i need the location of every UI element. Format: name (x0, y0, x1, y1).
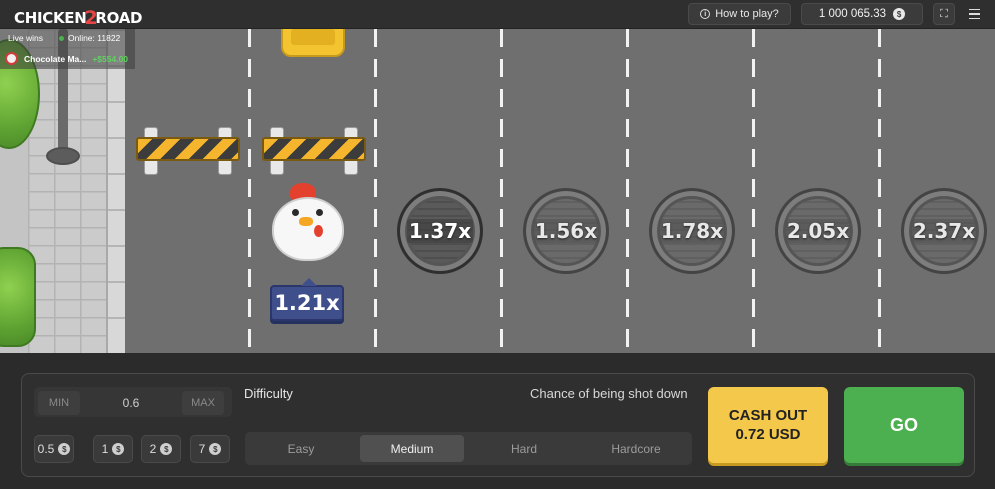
barrier-icon (262, 127, 366, 175)
lane-multiplier: 1.56x (532, 219, 600, 243)
chance-label: Chance of being shot down (530, 386, 688, 401)
win-amount: +$554.00 (92, 53, 129, 64)
info-icon: i (700, 9, 711, 19)
logo-road-text: ROAD (95, 9, 143, 27)
quick-bet-chip[interactable]: 7 $ (190, 435, 230, 463)
avatar (5, 52, 18, 65)
bet-amount-value: 0.6 (122, 396, 140, 410)
live-wins-panel: Live wins Online: 11822 Chocolate Ma... … (0, 29, 135, 69)
manhole-lane-1[interactable]: 1.37x (397, 188, 483, 274)
dollar-coin-icon: $ (893, 8, 906, 20)
chip-value: 1 (101, 442, 109, 456)
go-button[interactable]: GO (844, 387, 964, 463)
lane-line (374, 29, 377, 353)
cash-out-amount: 0.72 USD (735, 426, 801, 443)
dollar-coin-icon: $ (160, 443, 173, 455)
chip-value: 2 (149, 442, 157, 456)
lamp-base (46, 147, 80, 165)
current-multiplier-badge: 1.21x (270, 278, 344, 321)
quick-bet-chip[interactable]: 2 $ (141, 435, 181, 463)
top-bar: CHICKEN2ROAD i How to play? 1 000 065.33… (0, 0, 995, 29)
max-bet-button[interactable]: MAX (182, 391, 224, 415)
dollar-coin-icon: $ (112, 443, 125, 455)
difficulty-tab-label: Medium (390, 441, 434, 456)
bet-amount-control: MIN 0.6 MAX 0.5 $ 1 $ 2 $ 7 $ (34, 384, 232, 468)
cash-out-label: CASH OUT (728, 407, 808, 424)
curb (106, 29, 125, 353)
min-bet-button[interactable]: MIN (38, 391, 80, 415)
control-panel: MIN 0.6 MAX 0.5 $ 1 $ 2 $ 7 $ Difficulty… (21, 373, 975, 477)
difficulty-easy-tab[interactable]: Easy (249, 435, 353, 462)
fullscreen-button[interactable]: ⛶ (933, 3, 955, 25)
online-dot-icon (58, 36, 64, 41)
chip-value: 0.5 (37, 442, 55, 456)
how-to-play-label: How to play? (715, 8, 779, 20)
lane-multiplier: 2.37x (910, 219, 978, 243)
current-multiplier-value: 1.21x (274, 291, 340, 315)
manhole-lane-2: 1.56x (523, 188, 609, 274)
min-bet-label: MIN (48, 397, 70, 409)
bush-icon (0, 247, 36, 347)
bet-amount-input[interactable]: 0.6 (96, 392, 166, 414)
live-wins-label: Live wins (8, 33, 43, 43)
hamburger-icon-line (968, 13, 980, 15)
max-bet-label: MAX (191, 397, 215, 409)
chip-value: 7 (198, 442, 206, 456)
lane-multiplier: 1.78x (658, 219, 726, 243)
how-to-play-button[interactable]: i How to play? (688, 3, 791, 25)
difficulty-tab-label: Hard (510, 441, 537, 456)
manhole-lane-4: 2.05x (775, 188, 861, 274)
lane-multiplier: 1.37x (406, 219, 474, 243)
logo-number: 2 (84, 7, 98, 29)
difficulty-label: Difficulty (244, 386, 293, 401)
sidewalk (0, 29, 125, 353)
balance-amount: 1 000 065.33 (818, 8, 887, 20)
lane-line (878, 29, 881, 353)
manhole-lane-3: 1.78x (649, 188, 735, 274)
barrier-icon (136, 127, 240, 175)
difficulty-hard-tab[interactable]: Hard (472, 435, 576, 462)
logo-text: CHICKEN (14, 9, 87, 27)
lane-line (500, 29, 503, 353)
dollar-coin-icon: $ (209, 443, 222, 455)
manhole-lane-5: 2.37x (901, 188, 987, 274)
lane-multiplier: 2.05x (784, 219, 852, 243)
difficulty-medium-tab[interactable]: Medium (360, 435, 464, 462)
game-board: 1.21x 1.37x 1.56x 1.78x 2.05x 2.37x (0, 29, 995, 353)
difficulty-hardcore-tab[interactable]: Hardcore (584, 435, 688, 462)
dollar-coin-icon: $ (58, 443, 71, 455)
fullscreen-icon: ⛶ (940, 7, 948, 20)
online-count: Online: 11822 (58, 33, 121, 43)
car-icon (281, 29, 345, 57)
difficulty-selector: Easy Medium Hard Hardcore (245, 432, 692, 465)
difficulty-tab-label: Hardcore (611, 441, 661, 456)
game-logo: CHICKEN2ROAD (14, 6, 143, 29)
lane-line (626, 29, 629, 353)
balance-display: 1 000 065.33 $ (801, 3, 923, 25)
quick-bet-chip[interactable]: 0.5 $ (34, 435, 74, 463)
chicken-icon (268, 179, 346, 265)
lane-line (248, 29, 251, 353)
online-count-text: Online: 11822 (67, 33, 121, 43)
cash-out-button[interactable]: CASH OUT 0.72 USD (708, 387, 828, 463)
bet-input-row: MIN 0.6 MAX (34, 387, 232, 417)
menu-button[interactable] (964, 5, 984, 23)
hamburger-icon-line (968, 17, 980, 20)
winner-name: Chocolate Ma... (24, 53, 87, 64)
difficulty-tab-label: Easy (287, 441, 315, 456)
hamburger-icon-line (968, 8, 980, 11)
lane-line (752, 29, 755, 353)
quick-bet-chip[interactable]: 1 $ (93, 435, 133, 463)
go-label: GO (889, 414, 918, 435)
